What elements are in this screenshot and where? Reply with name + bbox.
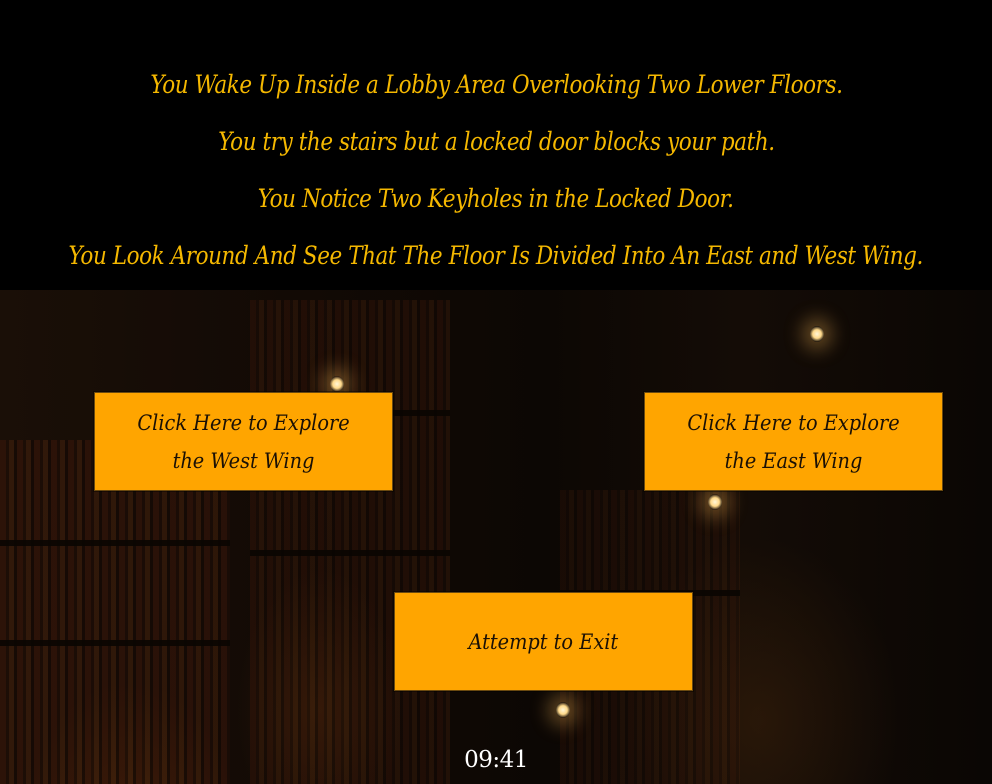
explore-west-wing-button[interactable]: Click Here to Explore the West Wing — [94, 392, 393, 491]
story-line: You Look Around And See That The Floor I… — [68, 241, 924, 270]
game-screen: You Wake Up Inside a Lobby Area Overlook… — [0, 0, 992, 784]
bookshelf-left — [0, 440, 230, 784]
library-background — [0, 290, 992, 784]
lamp-light — [708, 494, 722, 510]
bookshelf-center — [250, 300, 450, 784]
shelf-divider — [250, 550, 450, 556]
story-line: You Wake Up Inside a Lobby Area Overlook… — [149, 70, 843, 99]
lamp-light — [810, 326, 824, 342]
lamp-light — [330, 376, 344, 392]
attempt-exit-label: Attempt to Exit — [468, 629, 619, 654]
story-line: You try the stairs but a locked door blo… — [217, 127, 775, 156]
story-line: You Notice Two Keyholes in the Locked Do… — [258, 184, 734, 213]
attempt-exit-button[interactable]: Attempt to Exit — [394, 592, 693, 691]
story-panel: You Wake Up Inside a Lobby Area Overlook… — [0, 0, 992, 290]
lamp-light — [556, 702, 570, 718]
explore-east-wing-label: Click Here to Explore the East Wing — [687, 410, 900, 473]
countdown-timer: 09:41 — [464, 747, 528, 773]
shelf-divider — [0, 540, 230, 546]
shelf-divider — [0, 640, 230, 646]
explore-east-wing-button[interactable]: Click Here to Explore the East Wing — [644, 392, 943, 491]
explore-west-wing-label: Click Here to Explore the West Wing — [137, 410, 350, 473]
